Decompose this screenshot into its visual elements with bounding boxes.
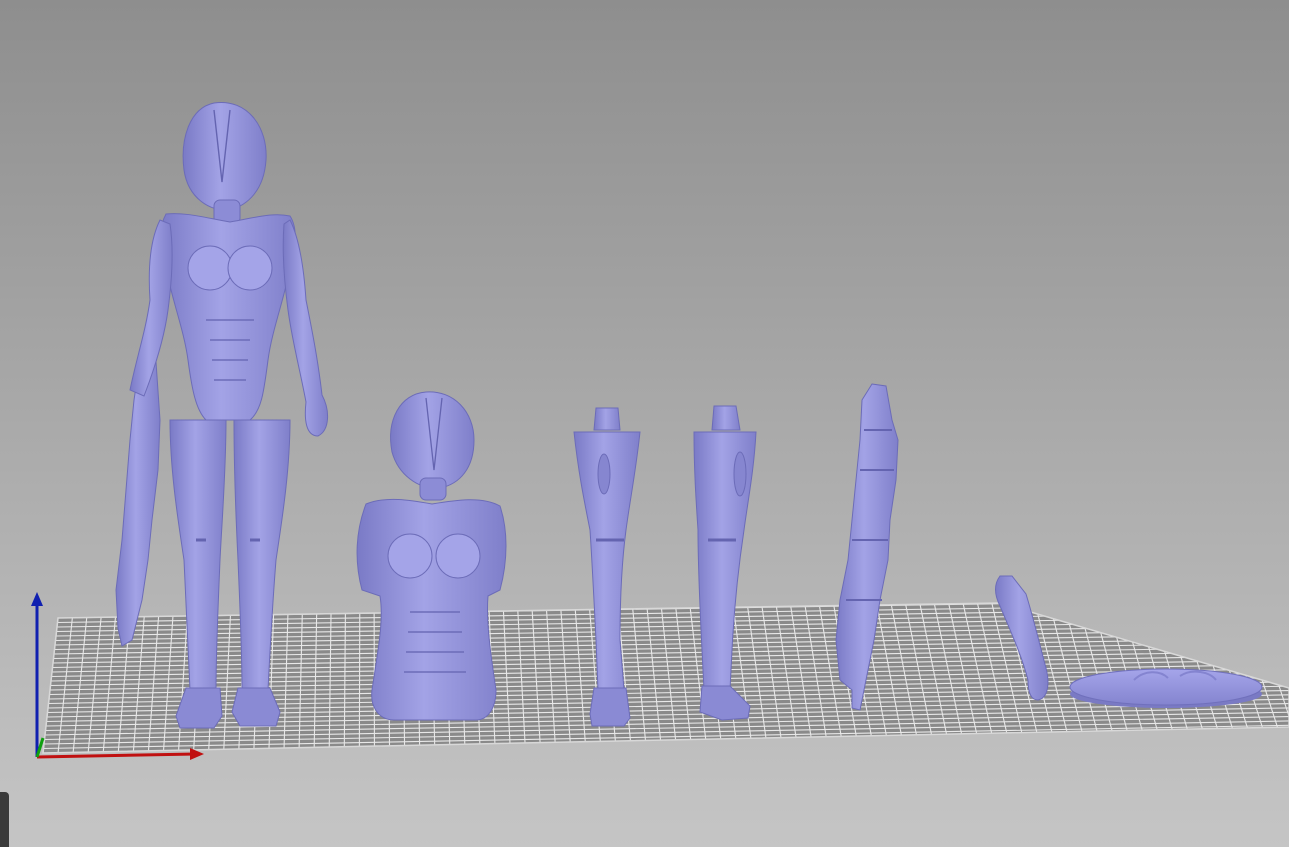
collapse-sidebar-handle[interactable]: [0, 792, 9, 847]
scene-canvas[interactable]: [0, 0, 1289, 847]
3d-viewport[interactable]: [0, 0, 1289, 847]
model-round-base[interactable]: [1069, 668, 1263, 708]
